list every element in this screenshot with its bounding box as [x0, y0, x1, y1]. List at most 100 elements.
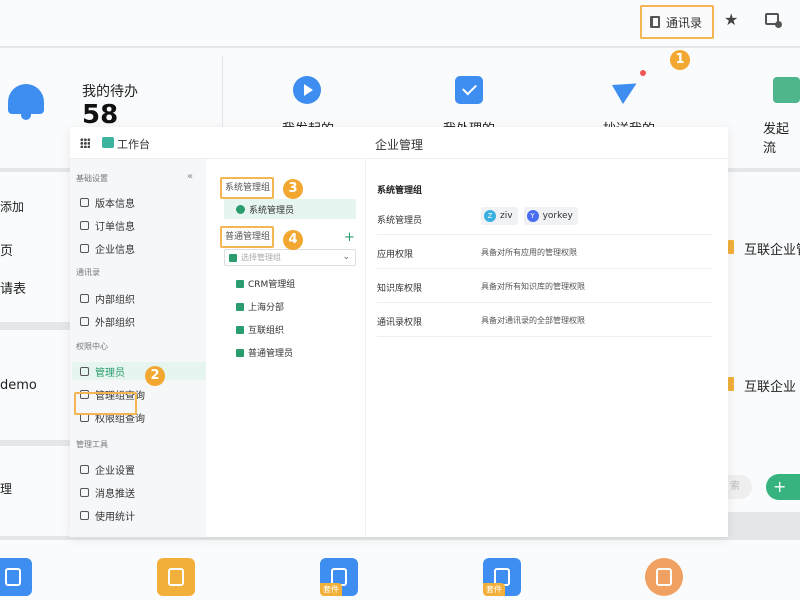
star-icon[interactable]: ★	[724, 10, 738, 29]
sidebar-item-label: 版本信息	[95, 198, 135, 210]
sidebar-item-label: 外部组织	[95, 317, 135, 329]
group-select[interactable]: 选择管理组 ⌄	[224, 249, 356, 266]
window-title: 企业管理	[374, 138, 423, 152]
step-badge: 2	[145, 366, 165, 386]
admin-highlight	[74, 392, 137, 415]
sidebar-item-usage-stats[interactable]: 使用统计	[80, 506, 200, 524]
play-icon[interactable]	[293, 76, 321, 104]
group-item-label: CRM管理组	[248, 280, 296, 290]
search-input[interactable]: 索	[728, 475, 752, 499]
detail-row: 知识库权限 具备对所有知识库的管理权限	[377, 269, 712, 303]
app-tile[interactable]	[645, 558, 683, 596]
card-settings-icon[interactable]	[765, 13, 782, 28]
sidebar-item-label: 订单信息	[95, 221, 135, 233]
group-item-label: 互联组织	[248, 326, 285, 336]
network-icon	[80, 316, 89, 326]
divider	[222, 56, 223, 136]
sidebar-item-admin[interactable]: 管理员	[72, 362, 206, 380]
step-badge: 4	[283, 230, 303, 250]
admin-chip[interactable]: Zziv	[481, 207, 518, 225]
enterprise-management-window: 工作台 企业管理 基础设置 « 版本信息 订单信息 企业信息 通讯录 内部组织 …	[70, 127, 728, 537]
admin-name: ziv	[500, 211, 513, 221]
org-tree-icon	[80, 293, 89, 303]
chart-icon	[80, 510, 89, 520]
gear-icon	[80, 464, 89, 474]
todo-count[interactable]: 58	[82, 100, 118, 130]
admin-group-list: 系统管理组 系统管理员 普通管理组 + 选择管理组 ⌄ CRM管理组 上海分部 …	[206, 159, 366, 537]
normal-group-header: 普通管理组	[220, 226, 274, 248]
detail-label: 通讯录权限	[377, 318, 423, 328]
section-title: 权限中心	[76, 342, 108, 351]
left-item[interactable]: demo	[0, 378, 37, 393]
section-title: 基础设置	[76, 174, 108, 183]
hand-icon	[5, 568, 21, 586]
sidebar-item-external-org[interactable]: 外部组织	[80, 312, 200, 330]
left-item[interactable]: 添加	[0, 198, 24, 215]
contacts-label: 通讯录	[666, 15, 703, 30]
app-tile[interactable]	[157, 558, 195, 596]
right-panel	[728, 172, 800, 512]
group-select-placeholder: 选择管理组	[241, 253, 281, 262]
group-item[interactable]: 上海分部	[236, 300, 284, 313]
step-badge: 1	[670, 50, 690, 70]
start-flow-icon[interactable]	[773, 77, 800, 103]
section-title: 通讯录	[76, 268, 100, 277]
avatar: Y	[526, 210, 539, 222]
detail-value: 具备对所有知识库的管理权限	[481, 282, 585, 291]
task-icon	[168, 568, 184, 586]
group-item-label: 普通管理员	[248, 349, 294, 359]
system-admin-item[interactable]: 系统管理员	[224, 199, 356, 219]
left-item[interactable]: 理	[0, 480, 12, 497]
admin-name: yorkey	[542, 211, 573, 221]
right-item[interactable]: 互联企业	[744, 376, 796, 395]
sidebar-item-internal-org[interactable]: 内部组织	[80, 289, 200, 307]
detail-row: 通讯录权限 具备对通讯录的全部管理权限	[377, 303, 712, 337]
step-badge: 3	[283, 179, 303, 199]
settings-sidebar: 基础设置 « 版本信息 订单信息 企业信息 通讯录 内部组织 外部组织 权限中心…	[70, 159, 206, 537]
sidebar-item-message-push[interactable]: 消息推送	[80, 483, 200, 501]
sidebar-item-company[interactable]: 企业信息	[80, 239, 200, 257]
top-bar: 通讯录 ★	[0, 0, 800, 46]
app-tile[interactable]	[0, 558, 32, 596]
check-inbox-icon[interactable]	[455, 76, 483, 104]
sidebar-item-orders[interactable]: 订单信息	[80, 216, 200, 234]
add-group-button[interactable]: +	[344, 230, 355, 245]
stat-start-flow[interactable]: 发起流	[763, 118, 800, 156]
sidebar-item-label: 使用统计	[95, 511, 135, 523]
document-icon	[656, 568, 672, 586]
user-icon	[80, 366, 89, 376]
left-item[interactable]: 页	[0, 240, 13, 259]
detail-row: 系统管理员 Zziv Yyorkey	[377, 201, 712, 235]
group-icon	[236, 302, 244, 311]
detail-title: 系统管理组	[377, 186, 423, 196]
sidebar-item-version[interactable]: 版本信息	[80, 193, 200, 211]
admin-chip[interactable]: Yyorkey	[523, 207, 578, 225]
window-header: 工作台 企业管理	[70, 127, 728, 159]
group-item[interactable]: CRM管理组	[236, 277, 295, 290]
right-item[interactable]: 互联企业管	[744, 239, 800, 258]
group-detail-panel: 系统管理组 系统管理员 Zziv Yyorkey 应用权限 具备对所有应用的管理…	[367, 159, 728, 537]
app-tile[interactable]: 套件	[483, 558, 521, 596]
sidebar-item-enterprise-settings[interactable]: 企业设置	[80, 460, 200, 478]
admin-icon	[236, 204, 245, 214]
group-item[interactable]: 普通管理员	[236, 346, 293, 359]
org-icon	[728, 240, 734, 254]
sidebar-item-label: 企业设置	[95, 465, 135, 477]
org-icon	[728, 377, 734, 391]
contacts-button[interactable]: 通讯录	[640, 5, 714, 39]
group-item[interactable]: 互联组织	[236, 323, 284, 336]
sidebar-item-label: 管理员	[95, 367, 125, 379]
collapse-icon[interactable]: «	[187, 171, 193, 182]
group-icon	[236, 325, 244, 334]
suite-tag: 套件	[483, 583, 505, 596]
detail-row: 应用权限 具备对所有应用的管理权限	[377, 235, 712, 269]
add-button[interactable]: +	[766, 474, 800, 500]
bell-icon	[8, 84, 44, 120]
avatar: Z	[484, 210, 496, 222]
chevron-down-icon: ⌄	[342, 252, 350, 262]
building-icon	[80, 243, 89, 253]
app-tile[interactable]: 套件	[320, 558, 358, 596]
group-icon	[236, 279, 244, 288]
suite-tag: 套件	[320, 583, 342, 596]
left-item[interactable]: 请表	[0, 278, 26, 297]
